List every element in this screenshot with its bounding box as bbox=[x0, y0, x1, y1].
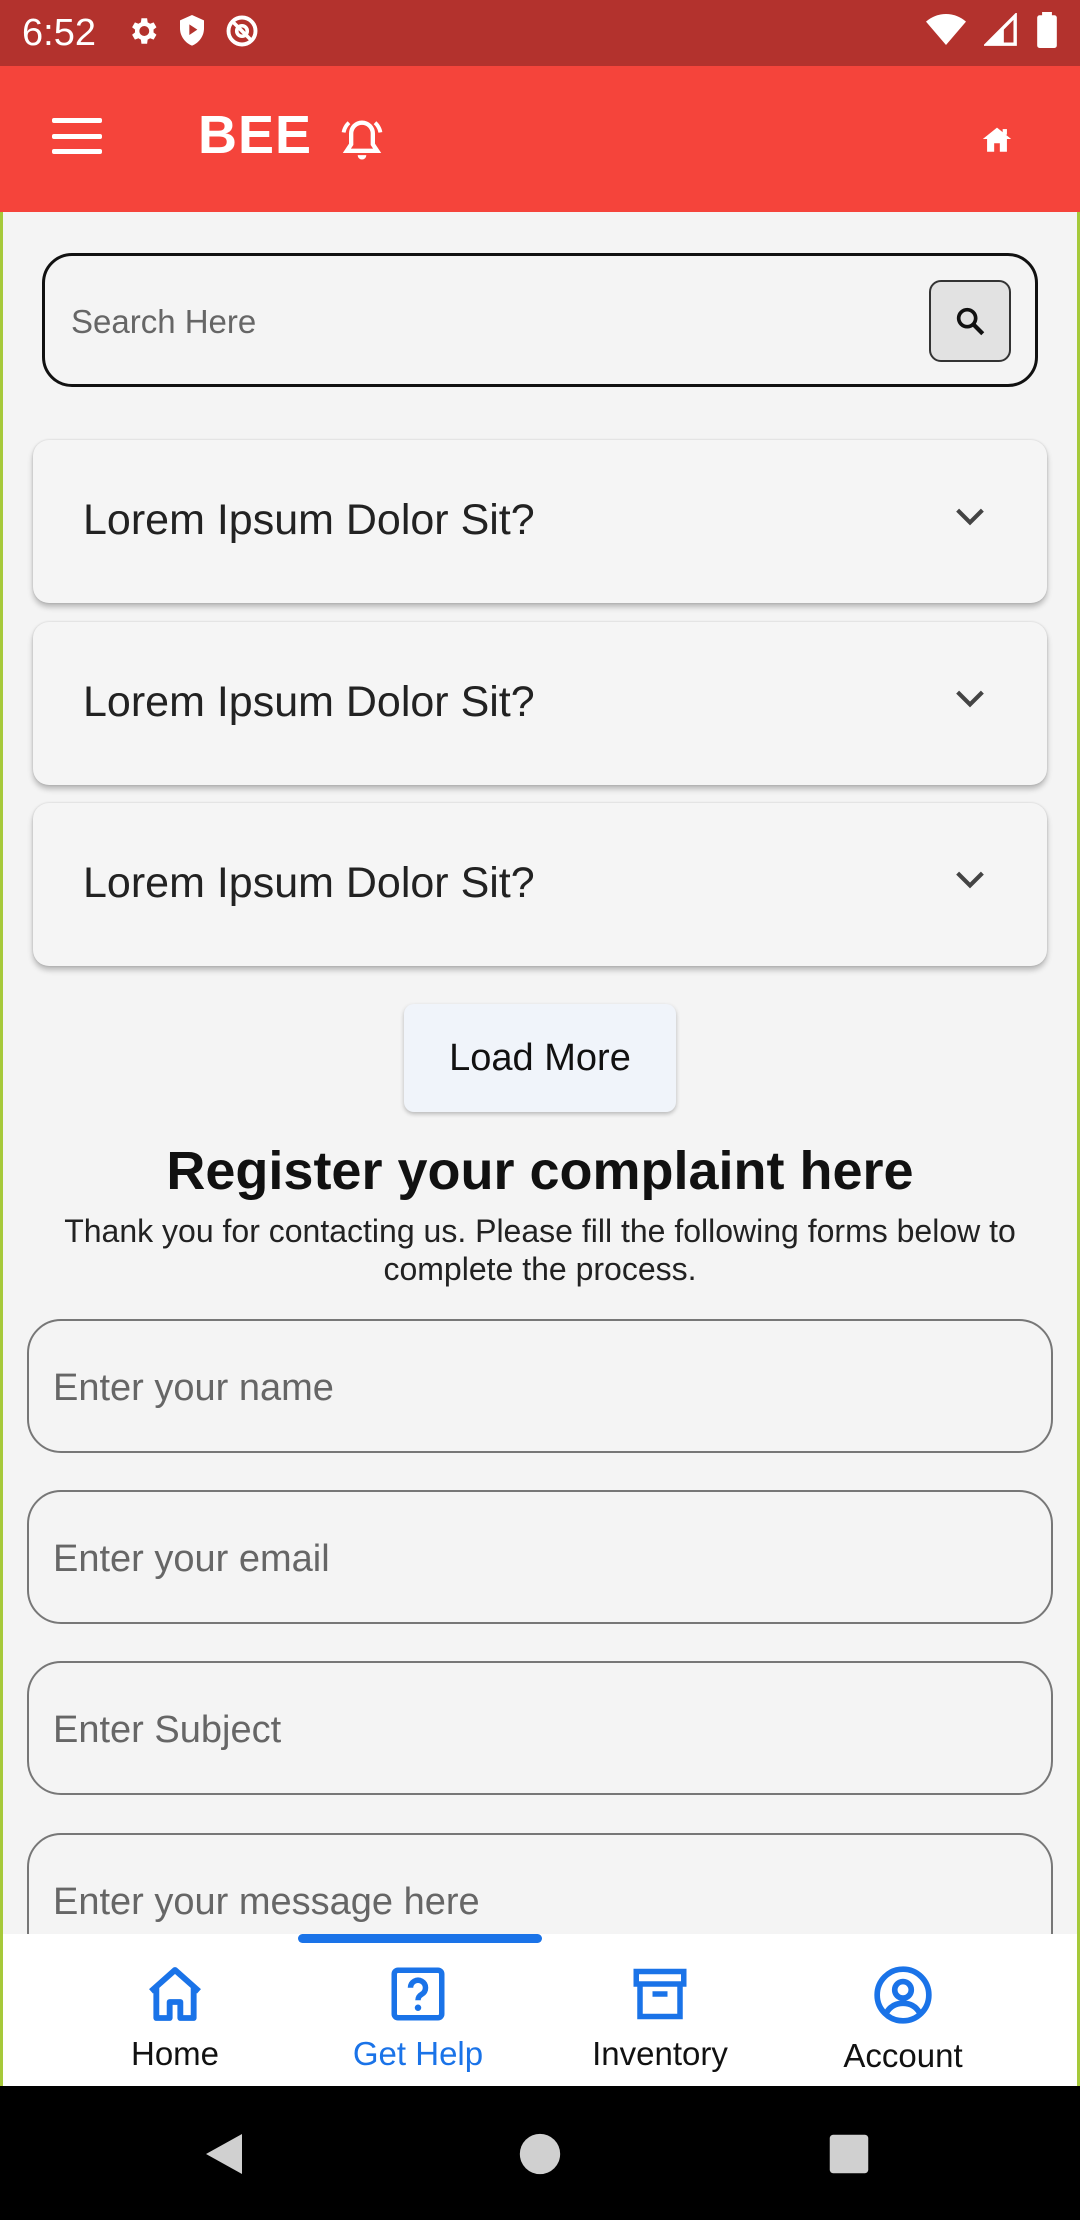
name-field bbox=[27, 1319, 1053, 1453]
search-button[interactable] bbox=[929, 280, 1011, 362]
bottom-nav: Home Get Help Inventory Account bbox=[3, 1934, 1077, 2086]
subject-input[interactable] bbox=[51, 1701, 1015, 1759]
search-bar bbox=[42, 253, 1038, 387]
nav-account[interactable]: Account bbox=[783, 1964, 1023, 2075]
home-shortcut-icon[interactable] bbox=[980, 124, 1014, 159]
help-icon bbox=[391, 1967, 445, 2021]
load-more-button[interactable]: Load More bbox=[404, 1004, 676, 1112]
faq-item[interactable]: Lorem Ipsum Dolor Sit? bbox=[33, 622, 1047, 785]
menu-icon[interactable] bbox=[52, 118, 102, 154]
battery-icon bbox=[1036, 12, 1058, 53]
faq-question: Lorem Ipsum Dolor Sit? bbox=[83, 678, 535, 726]
home-circle-icon[interactable] bbox=[518, 2132, 562, 2181]
system-nav-bar bbox=[0, 2086, 1080, 2220]
nav-inventory[interactable]: Inventory bbox=[540, 1964, 780, 2073]
faq-item[interactable]: Lorem Ipsum Dolor Sit? bbox=[33, 803, 1047, 966]
nav-account-label: Account bbox=[843, 2037, 963, 2074]
complaint-title: Register your complaint here bbox=[166, 1141, 914, 1201]
home-icon bbox=[149, 1967, 201, 2021]
at-sign-icon bbox=[224, 13, 260, 54]
message-input[interactable] bbox=[51, 1873, 1015, 1931]
complaint-subtitle: Thank you for contacting us. Please fill… bbox=[64, 1213, 1016, 1287]
shield-icon bbox=[176, 13, 208, 54]
account-icon bbox=[874, 1966, 932, 2024]
back-icon[interactable] bbox=[202, 2130, 246, 2183]
archive-icon bbox=[633, 1968, 687, 2020]
faq-question: Lorem Ipsum Dolor Sit? bbox=[83, 859, 535, 907]
subject-field bbox=[27, 1661, 1053, 1795]
status-time: 6:52 bbox=[22, 11, 96, 54]
wifi-icon bbox=[926, 13, 966, 52]
nav-home-label: Home bbox=[130, 2035, 220, 2072]
status-bar: 6:52 bbox=[0, 0, 1080, 66]
email-input[interactable] bbox=[51, 1530, 1015, 1588]
nav-get-help[interactable]: Get Help bbox=[298, 1964, 538, 2073]
recents-icon[interactable] bbox=[828, 2133, 870, 2180]
email-field bbox=[27, 1490, 1053, 1624]
notification-bell-icon[interactable] bbox=[336, 114, 388, 171]
nav-get-help-label: Get Help bbox=[352, 2035, 484, 2072]
signal-icon bbox=[982, 11, 1018, 52]
nav-home[interactable]: Home bbox=[55, 1964, 295, 2073]
app-title: BEE bbox=[198, 105, 313, 165]
faq-item[interactable]: Lorem Ipsum Dolor Sit? bbox=[33, 440, 1047, 603]
chevron-down-icon[interactable] bbox=[953, 869, 987, 896]
search-input[interactable] bbox=[69, 294, 933, 350]
name-input[interactable] bbox=[51, 1359, 1015, 1417]
app-bar: BEE bbox=[0, 66, 1080, 212]
nav-inventory-label: Inventory bbox=[592, 2035, 728, 2072]
settings-icon bbox=[126, 14, 160, 53]
active-tab-indicator bbox=[298, 1934, 542, 1943]
chevron-down-icon[interactable] bbox=[953, 688, 987, 715]
faq-question: Lorem Ipsum Dolor Sit? bbox=[83, 496, 535, 544]
chevron-down-icon[interactable] bbox=[953, 506, 987, 533]
search-icon bbox=[956, 307, 985, 336]
